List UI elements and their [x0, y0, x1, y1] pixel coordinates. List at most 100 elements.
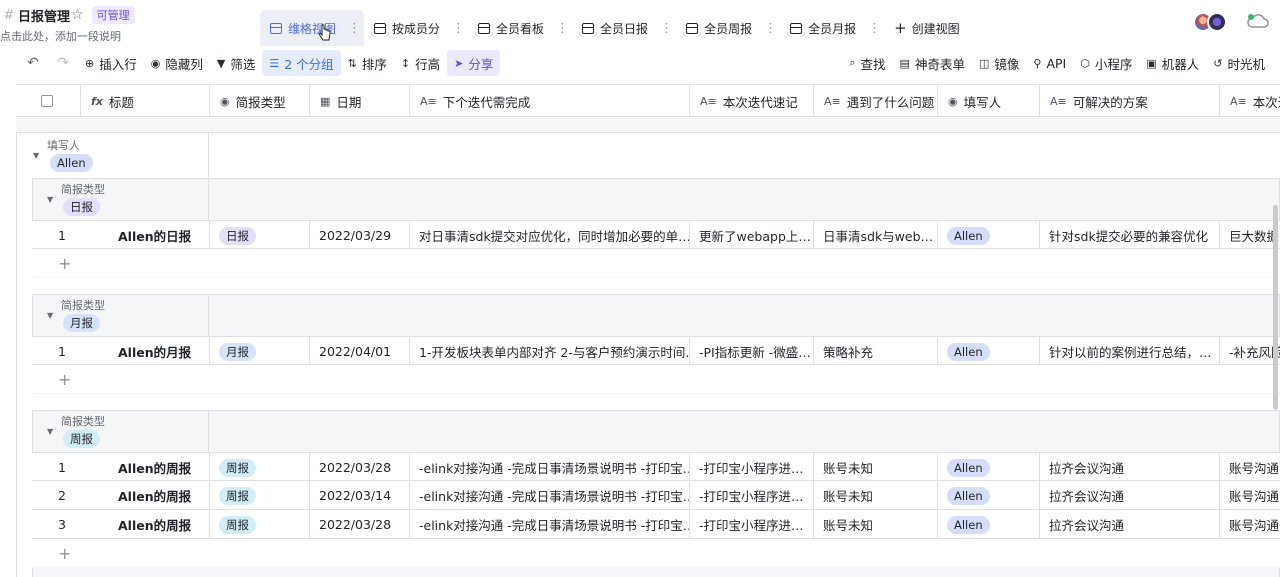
- column-header-extra[interactable]: A≡ 本次迭: [1219, 85, 1280, 117]
- view-tab-daily[interactable]: 全员日报 ⋮: [572, 10, 676, 46]
- form-button[interactable]: ▤ 神奇表单: [893, 50, 972, 76]
- permission-badge[interactable]: 可管理: [91, 6, 135, 24]
- cell-solution[interactable]: 拉齐会议沟通: [1039, 510, 1219, 539]
- cell-notes[interactable]: 更新了webapp上…: [689, 221, 813, 250]
- collapse-caret-icon[interactable]: ▼: [33, 151, 39, 160]
- cell-next[interactable]: 对日事清sdk提交对应优化，同时增加必要的单…: [409, 221, 689, 250]
- mini-program-button[interactable]: ⬡ 小程序: [1073, 50, 1139, 76]
- mirror-button[interactable]: ◫ 镜像: [972, 50, 1026, 76]
- cell-person[interactable]: Allen: [937, 453, 1039, 482]
- cell-title[interactable]: Allen的月报: [80, 337, 209, 366]
- insert-row-button[interactable]: ⊕ 插入行: [78, 50, 144, 76]
- cell-problem[interactable]: 账号未知: [813, 453, 937, 482]
- view-tab-grid[interactable]: 维格视图 ⋮: [260, 10, 365, 46]
- api-button[interactable]: ⚲ API: [1026, 50, 1073, 76]
- more-icon[interactable]: ⋮: [348, 21, 361, 36]
- undo-icon[interactable]: ↶: [18, 55, 48, 71]
- table-row[interactable]: 1 Allen的月报 月报 2022/04/01 1-开发板块表单内部对齐 2-…: [32, 336, 1280, 366]
- cell-next[interactable]: -elink对接沟通 -完成日事清场景说明书 -打印宝…: [409, 481, 689, 510]
- cell-solution[interactable]: 拉齐会议沟通: [1039, 453, 1219, 482]
- cell-next[interactable]: -elink对接沟通 -完成日事清场景说明书 -打印宝…: [409, 510, 689, 539]
- column-header-person[interactable]: ◉ 填写人: [937, 85, 1039, 117]
- more-icon[interactable]: ⋮: [660, 21, 673, 36]
- more-icon[interactable]: ⋮: [764, 21, 777, 36]
- redo-icon[interactable]: ↷: [48, 55, 78, 71]
- cell-extra[interactable]: 巨大数据: [1219, 221, 1280, 250]
- column-header-next[interactable]: A≡ 下个迭代需完成: [409, 85, 689, 117]
- view-tab-weekly[interactable]: 全员周报 ⋮: [676, 10, 780, 46]
- cell-problem[interactable]: 日事清sdk与web…: [813, 221, 937, 250]
- cell-type[interactable]: 月报: [209, 337, 309, 366]
- cell-date[interactable]: 2022/03/14: [309, 481, 409, 510]
- column-header-title[interactable]: fx 标题: [80, 85, 209, 117]
- cell-person[interactable]: Allen: [937, 221, 1039, 250]
- select-all-checkbox[interactable]: [41, 95, 53, 107]
- cell-date[interactable]: 2022/04/01: [309, 337, 409, 366]
- view-tab-kanban[interactable]: 全员看板 ⋮: [468, 10, 572, 46]
- star-icon[interactable]: ☆: [71, 7, 84, 23]
- view-tab-monthly[interactable]: 全员月报 ⋮: [780, 10, 884, 46]
- cell-notes[interactable]: -打印宝小程序进…: [689, 481, 813, 510]
- share-button[interactable]: ➤ 分享: [447, 50, 501, 76]
- sort-button[interactable]: ⇅ 排序: [341, 50, 394, 76]
- collapse-caret-icon[interactable]: ▼: [47, 311, 53, 320]
- table-row[interactable]: 3 Allen的周报 周报 2022/03/28 -elink对接沟通 -完成日…: [32, 510, 1280, 539]
- table-row[interactable]: 1 Allen的周报 周报 2022/03/28 -elink对接沟通 -完成日…: [32, 452, 1280, 482]
- cell-title[interactable]: Allen的周报: [80, 453, 209, 482]
- view-tab-by-member[interactable]: 按成员分 ⋮: [364, 10, 468, 46]
- add-row-button[interactable]: +: [32, 539, 1280, 567]
- cloud-sync-icon[interactable]: [1246, 12, 1270, 30]
- column-header-problem[interactable]: A≡ 遇到了什么问题: [813, 85, 937, 117]
- table-row[interactable]: 1 Allen的日报 日报 2022/03/29 对日事清sdk提交对应优化，同…: [32, 220, 1280, 250]
- cell-problem[interactable]: 策略补充: [813, 337, 937, 366]
- cell-type[interactable]: 周报: [209, 510, 309, 539]
- avatar[interactable]: [1207, 12, 1227, 32]
- column-header-notes[interactable]: A≡ 本次迭代速记: [689, 85, 813, 117]
- column-header-solution[interactable]: A≡ 可解决的方案: [1039, 85, 1219, 117]
- group-button[interactable]: ☰ 2 个分组: [262, 50, 341, 76]
- filter-button[interactable]: ▼ 筛选: [210, 50, 262, 76]
- collaborator-avatars[interactable]: [1193, 12, 1227, 32]
- robot-button[interactable]: ▣ 机器人: [1139, 50, 1206, 76]
- search-button[interactable]: ⌕ 查找: [842, 50, 892, 76]
- cell-next[interactable]: 1-开发板块表单内部对齐 2-与客户预约演示时间…: [409, 337, 689, 366]
- add-view-button[interactable]: + 创建视图: [884, 10, 970, 46]
- cell-title[interactable]: Allen的周报: [80, 510, 209, 539]
- add-row-button[interactable]: +: [32, 249, 1280, 277]
- cell-person[interactable]: Allen: [937, 510, 1039, 539]
- collapse-caret-icon[interactable]: ▼: [47, 427, 53, 436]
- more-icon[interactable]: ⋮: [868, 21, 881, 36]
- hide-columns-button[interactable]: ◉ 隐藏列: [144, 50, 210, 76]
- cell-solution[interactable]: 拉齐会议沟通: [1039, 481, 1219, 510]
- table-row[interactable]: 2 Allen的周报 周报 2022/03/14 -elink对接沟通 -完成日…: [32, 481, 1280, 510]
- cell-extra[interactable]: 账号沟通: [1219, 453, 1280, 482]
- cell-date[interactable]: 2022/03/28: [309, 510, 409, 539]
- cell-extra[interactable]: -补充风险: [1219, 337, 1280, 366]
- more-icon[interactable]: ⋮: [452, 21, 465, 36]
- cell-date[interactable]: 2022/03/28: [309, 453, 409, 482]
- column-header-date[interactable]: ▦ 日期: [309, 85, 409, 117]
- vertical-scrollbar[interactable]: [1273, 205, 1278, 410]
- cell-person[interactable]: Allen: [937, 481, 1039, 510]
- cell-type[interactable]: 周报: [209, 453, 309, 482]
- cell-type[interactable]: 日报: [209, 221, 309, 250]
- more-icon[interactable]: ⋮: [556, 21, 569, 36]
- cell-problem[interactable]: 账号未知: [813, 510, 937, 539]
- cell-notes[interactable]: -PI指标更新 -微盛…: [689, 337, 813, 366]
- cell-person[interactable]: Allen: [937, 337, 1039, 366]
- cell-extra[interactable]: 账号沟通: [1219, 481, 1280, 510]
- row-height-button[interactable]: ↕ 行高: [394, 50, 447, 76]
- cell-notes[interactable]: -打印宝小程序进…: [689, 453, 813, 482]
- page-title[interactable]: 日报管理: [18, 6, 70, 25]
- add-row-button[interactable]: +: [32, 365, 1280, 393]
- cell-date[interactable]: 2022/03/29: [309, 221, 409, 250]
- cell-notes[interactable]: -打印宝小程序进…: [689, 510, 813, 539]
- description-placeholder[interactable]: 点击此处，添加一段说明: [0, 28, 135, 44]
- cell-solution[interactable]: 针对以前的案例进行总结，…: [1039, 337, 1219, 366]
- cell-title[interactable]: Allen的日报: [80, 221, 209, 250]
- cell-type[interactable]: 周报: [209, 481, 309, 510]
- time-machine-button[interactable]: ↺ 时光机: [1206, 50, 1272, 76]
- collapse-caret-icon[interactable]: ▼: [47, 195, 53, 204]
- cell-next[interactable]: -elink对接沟通 -完成日事清场景说明书 -打印宝…: [409, 453, 689, 482]
- cell-extra[interactable]: 账号沟通: [1219, 510, 1280, 539]
